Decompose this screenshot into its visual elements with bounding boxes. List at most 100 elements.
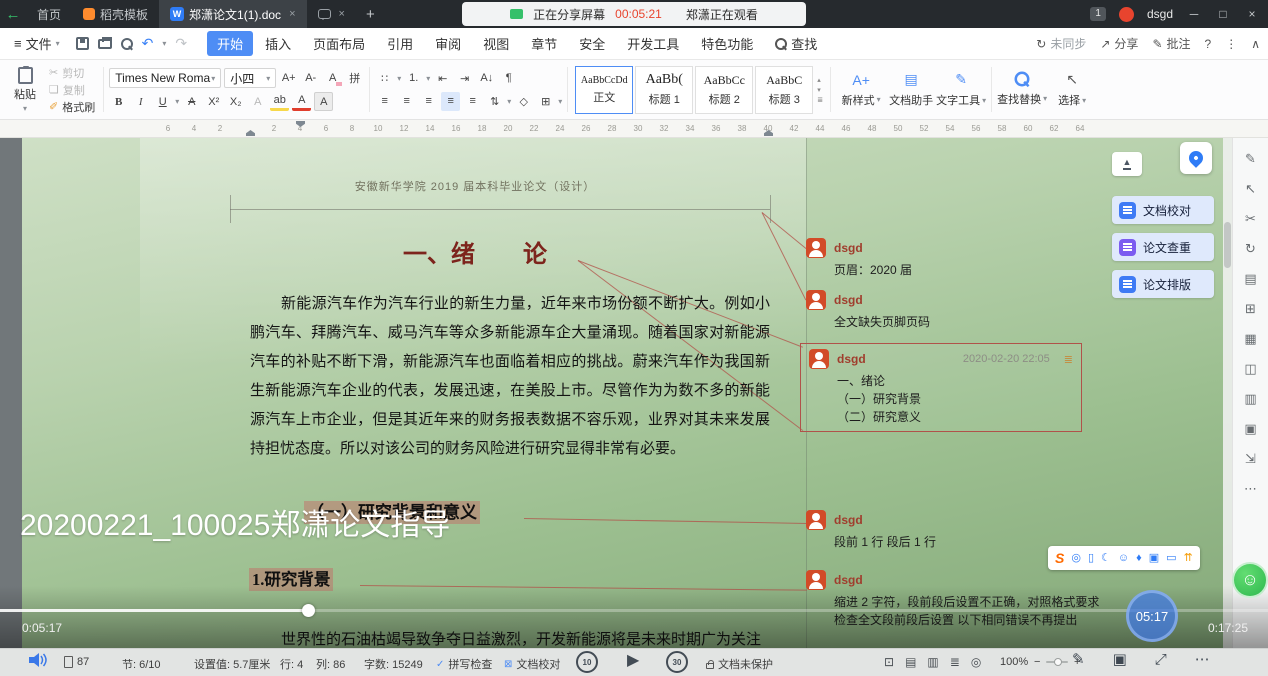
menu-tab-1[interactable]: 插入 bbox=[255, 31, 301, 56]
char-shading-button[interactable]: A bbox=[314, 92, 333, 111]
save-icon[interactable] bbox=[76, 37, 89, 50]
doc-proof-status[interactable]: ⊠文档校对 bbox=[504, 656, 560, 672]
decrease-font-button[interactable]: A- bbox=[301, 69, 320, 88]
shading-button[interactable]: ◇ bbox=[514, 92, 533, 111]
minimize-button[interactable]: ─ bbox=[1186, 7, 1202, 21]
notification-badge[interactable]: 1 bbox=[1090, 7, 1106, 21]
menu-tab-6[interactable]: 章节 bbox=[521, 31, 567, 56]
comment[interactable]: dsgd2020-02-20 22:05≣一、绪论（一）研究背景（二）研究意义 bbox=[800, 343, 1082, 432]
menu-tab-4[interactable]: 审阅 bbox=[425, 31, 471, 56]
justify-button[interactable]: ≡ bbox=[441, 92, 460, 111]
video-progress-knob[interactable] bbox=[302, 604, 315, 617]
location-pin-button[interactable] bbox=[1180, 142, 1212, 174]
subscript-button[interactable]: X₂ bbox=[226, 92, 245, 111]
menu-tab-5[interactable]: 视图 bbox=[473, 31, 519, 56]
paragraph-marks-button[interactable]: ¶ bbox=[499, 69, 518, 88]
redo-icon[interactable]: ↷ bbox=[175, 35, 187, 52]
word-count[interactable]: 字数: 15249 bbox=[364, 656, 423, 672]
format-painter-button[interactable]: ✐ 格式刷 bbox=[46, 99, 98, 115]
menu-tab-3[interactable]: 引用 bbox=[377, 31, 423, 56]
bold-button[interactable]: B bbox=[109, 92, 128, 111]
menu-tab-7[interactable]: 安全 bbox=[569, 31, 615, 56]
user-avatar[interactable] bbox=[1119, 7, 1134, 22]
bullets-button[interactable]: ∷ bbox=[375, 69, 394, 88]
superscript-button[interactable]: X² bbox=[204, 92, 223, 111]
strikethrough-button[interactable]: A bbox=[182, 92, 201, 111]
moon-icon[interactable]: ☾ bbox=[1101, 553, 1111, 564]
grid-view-icon[interactable]: ▦ bbox=[1244, 332, 1256, 345]
char-border-button[interactable]: A bbox=[248, 92, 267, 111]
menu-tab-8[interactable]: 开发工具 bbox=[617, 31, 689, 56]
docer-tab[interactable]: 稻壳模板 bbox=[72, 0, 159, 28]
single-page-view-icon[interactable]: ▤ bbox=[905, 655, 916, 669]
document-area[interactable]: 安徽新华学院 2019 届本科毕业论文（设计） 一、绪 论 新能源汽车作为汽车行… bbox=[0, 138, 1268, 648]
close-button[interactable]: × bbox=[1244, 7, 1260, 21]
clear-format-button[interactable]: A bbox=[323, 69, 342, 88]
book-icon[interactable]: ▥ bbox=[1244, 392, 1256, 405]
more-tools-icon[interactable]: ⋯ bbox=[1244, 482, 1257, 495]
side-tool-button-0[interactable]: 文档校对 bbox=[1112, 196, 1214, 224]
chevron-down-icon[interactable]: ▾ bbox=[175, 97, 179, 106]
menu-tab-9[interactable]: 特色功能 bbox=[691, 31, 763, 56]
decrease-indent-button[interactable]: ⇤ bbox=[433, 69, 452, 88]
font-size-select[interactable]: 小四 ▾ bbox=[224, 68, 276, 88]
borders-button[interactable]: ⊞ bbox=[536, 92, 555, 111]
pinyin-guide-button[interactable]: 拼 bbox=[345, 69, 364, 88]
eye-protection-icon[interactable]: ◎ bbox=[971, 655, 981, 669]
full-screen-view-icon[interactable]: ⊡ bbox=[884, 655, 894, 669]
more-menu-icon[interactable]: ⋮ bbox=[1225, 37, 1237, 51]
doc-assistant-button[interactable]: ▤ 文档助手 bbox=[886, 63, 936, 116]
back-icon[interactable]: ← bbox=[0, 6, 26, 23]
close-tab-icon[interactable]: × bbox=[289, 8, 295, 20]
home-tab[interactable]: 首页 bbox=[26, 0, 72, 28]
section-indicator[interactable]: 节: 6/10 bbox=[122, 656, 161, 672]
chevron-down-icon[interactable]: ▾ bbox=[162, 39, 166, 48]
more-icon[interactable]: ⋯ bbox=[1195, 652, 1210, 668]
gallery-more-icon[interactable]: ≣ bbox=[817, 96, 823, 104]
fullscreen-icon[interactable]: ⤢ bbox=[1155, 652, 1167, 668]
clipboard-icon[interactable]: ▣ bbox=[1244, 422, 1256, 435]
left-indent-marker[interactable] bbox=[246, 130, 255, 136]
gallery-down-icon[interactable]: ▾ bbox=[817, 86, 823, 94]
close-tab-icon[interactable]: × bbox=[339, 8, 345, 20]
spell-check-status[interactable]: ✓拼写检查 bbox=[436, 656, 492, 672]
share-button[interactable]: ↗ 分享 bbox=[1100, 35, 1138, 52]
style-cell-1[interactable]: AaBb(标题 1 bbox=[635, 66, 693, 114]
line-spacing-button[interactable]: ⇅ bbox=[485, 92, 504, 111]
rewind-10-button[interactable]: 10 bbox=[576, 651, 598, 673]
layout-icon[interactable]: ◫ bbox=[1244, 362, 1256, 375]
text-tool-button[interactable]: ✎ 文字工具▾ bbox=[936, 63, 986, 116]
comment[interactable]: dsgd页眉：2020 届 bbox=[806, 238, 1066, 279]
comment[interactable]: dsgd全文缺失页脚页码 bbox=[806, 290, 1066, 331]
numbering-button[interactable]: 1. bbox=[404, 69, 423, 88]
distribute-button[interactable]: ≡ bbox=[463, 92, 482, 111]
play-button[interactable]: ▶ bbox=[627, 650, 639, 670]
help-button[interactable]: ? bbox=[1205, 37, 1212, 51]
maximize-button[interactable]: □ bbox=[1215, 7, 1231, 21]
menu-tab-0[interactable]: 开始 bbox=[207, 31, 253, 56]
volume-icon[interactable] bbox=[28, 651, 48, 669]
side-tool-button-2[interactable]: 论文排版 bbox=[1112, 270, 1214, 298]
refresh-icon[interactable]: ↻ bbox=[1245, 242, 1256, 255]
copy-button[interactable]: ❏ 复制 bbox=[46, 82, 98, 98]
notes-icon[interactable]: ▤ bbox=[1244, 272, 1256, 285]
increase-font-button[interactable]: A+ bbox=[279, 69, 298, 88]
annotate-pen-icon[interactable]: ✎ bbox=[1245, 152, 1256, 165]
snapshot-icon[interactable]: ✂ bbox=[1245, 212, 1256, 225]
sort-button[interactable]: A↓ bbox=[477, 69, 496, 88]
underline-button[interactable]: U bbox=[153, 92, 172, 111]
screen-share-icon[interactable]: ▭ bbox=[1166, 553, 1176, 564]
file-menu[interactable]: ≡ 文件 ▾ bbox=[8, 34, 66, 53]
cut-button[interactable]: ✂ 剪切 bbox=[46, 65, 98, 81]
find-replace-button[interactable]: 查找替换▾ bbox=[997, 63, 1047, 116]
align-left-button[interactable]: ≡ bbox=[375, 92, 394, 111]
emoji-icon[interactable]: ☺ bbox=[1118, 553, 1129, 564]
style-cell-2[interactable]: AaBbCc标题 2 bbox=[695, 66, 753, 114]
zoom-out-button[interactable]: − bbox=[1034, 656, 1040, 668]
export-icon[interactable]: ⇲ bbox=[1245, 452, 1256, 465]
zoom-level[interactable]: 100% bbox=[1000, 656, 1028, 668]
floating-avatar[interactable]: ☺ bbox=[1232, 562, 1268, 598]
italic-button[interactable]: I bbox=[131, 92, 150, 111]
style-cell-3[interactable]: AaBbC标题 3 bbox=[755, 66, 813, 114]
font-color-button[interactable]: A bbox=[292, 92, 311, 111]
